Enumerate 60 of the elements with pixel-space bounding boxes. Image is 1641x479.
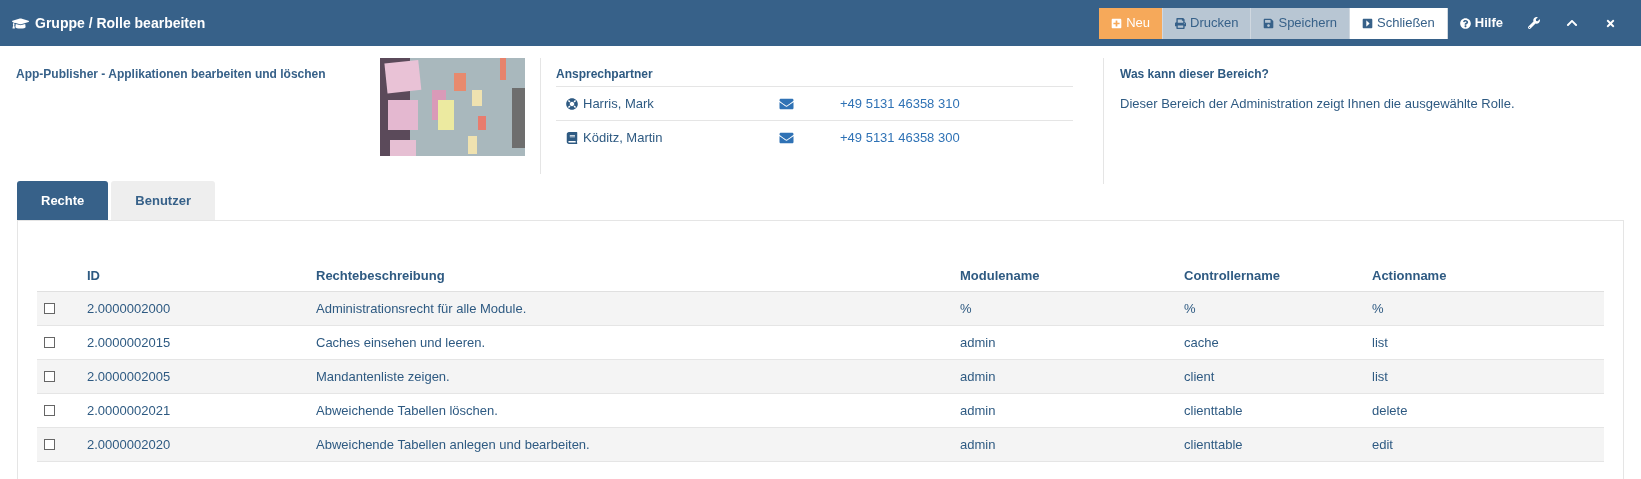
tab[interactable]: Benutzer: [111, 181, 215, 220]
section-heading: Was kann dieser Bereich?: [1120, 67, 1269, 81]
plus-icon: [1111, 17, 1123, 29]
mail-icon[interactable]: [778, 96, 795, 111]
table-cell: list: [1372, 334, 1388, 350]
wrench-icon: [1528, 17, 1540, 29]
table-cell: 2.0000002000: [87, 300, 171, 316]
table-cell: %: [1372, 300, 1384, 316]
row-checkbox[interactable]: [44, 371, 55, 382]
book-icon: [566, 132, 578, 144]
table-cell: 2.0000002021: [87, 402, 171, 418]
table-cell: admin: [960, 368, 996, 384]
table-cell: Abweichende Tabellen löschen.: [316, 402, 498, 418]
table-cell: clienttable: [1184, 402, 1243, 418]
table-cell: %: [1184, 300, 1196, 316]
lifebuoy-icon: [566, 97, 578, 110]
table-cell: 2.0000002020: [87, 436, 171, 452]
table-cell: clienttable: [1184, 436, 1243, 452]
toolbar-button[interactable]: Schließen: [1350, 7, 1448, 39]
table-cell: 2.0000002015: [87, 334, 171, 350]
table-cell: Administrationsrecht für alle Module.: [316, 300, 527, 316]
table-cell: admin: [960, 334, 996, 350]
phone-link[interactable]: +49 5131 46358 300: [840, 128, 960, 148]
info-text: Dieser Bereich der Administration zeigt Ihnen die ausgewählte Rolle.: [1120, 94, 1515, 113]
toolbar-button[interactable]: Speichern: [1251, 7, 1350, 39]
column-header: Rechtebeschreibung: [316, 267, 445, 283]
section-heading: Ansprechpartner: [556, 67, 653, 81]
contact-name: Harris, Mark: [583, 94, 654, 113]
column-header: ID: [87, 267, 100, 283]
table-cell: %: [960, 300, 972, 316]
table-cell: cache: [1184, 334, 1219, 350]
chevron-up-icon: [1566, 17, 1578, 29]
contact-name: Köditz, Martin: [583, 129, 663, 148]
column-header: Actionname: [1372, 267, 1447, 283]
table-cell: client: [1184, 368, 1215, 384]
window-title: Gruppe / Rolle bearbeiten: [35, 13, 206, 33]
table-cell: delete: [1372, 402, 1408, 418]
toolbar-button[interactable]: Hilfe: [1447, 7, 1515, 39]
column-header: Modulename: [960, 267, 1040, 283]
table-cell: Mandantenliste zeigen.: [316, 368, 450, 384]
table-cell: admin: [960, 436, 996, 452]
row-checkbox[interactable]: [44, 303, 55, 314]
role-description: App-Publisher - Applikationen bearbeiten und löschen: [16, 67, 326, 81]
phone-link[interactable]: +49 5131 46358 310: [840, 93, 960, 114]
row-checkbox[interactable]: [44, 405, 55, 416]
toolbar-button[interactable]: Drucken: [1163, 7, 1252, 39]
table-cell: list: [1372, 368, 1388, 384]
mail-icon[interactable]: [778, 131, 795, 145]
table-cell: Abweichende Tabellen anlegen und bearbeiten.: [316, 436, 590, 452]
table-cell: 2.0000002005: [87, 368, 171, 384]
printer-icon: [1175, 17, 1187, 29]
row-checkbox[interactable]: [44, 337, 55, 348]
column-header: Controllername: [1184, 267, 1281, 283]
table-cell: admin: [960, 402, 996, 418]
row-checkbox[interactable]: [44, 439, 55, 450]
table-cell: Caches einsehen und leeren.: [316, 334, 486, 350]
close-icon: [1604, 17, 1616, 29]
help-icon: [1459, 17, 1471, 29]
table-cell: edit: [1372, 436, 1393, 452]
tab[interactable]: Rechte: [17, 181, 109, 220]
